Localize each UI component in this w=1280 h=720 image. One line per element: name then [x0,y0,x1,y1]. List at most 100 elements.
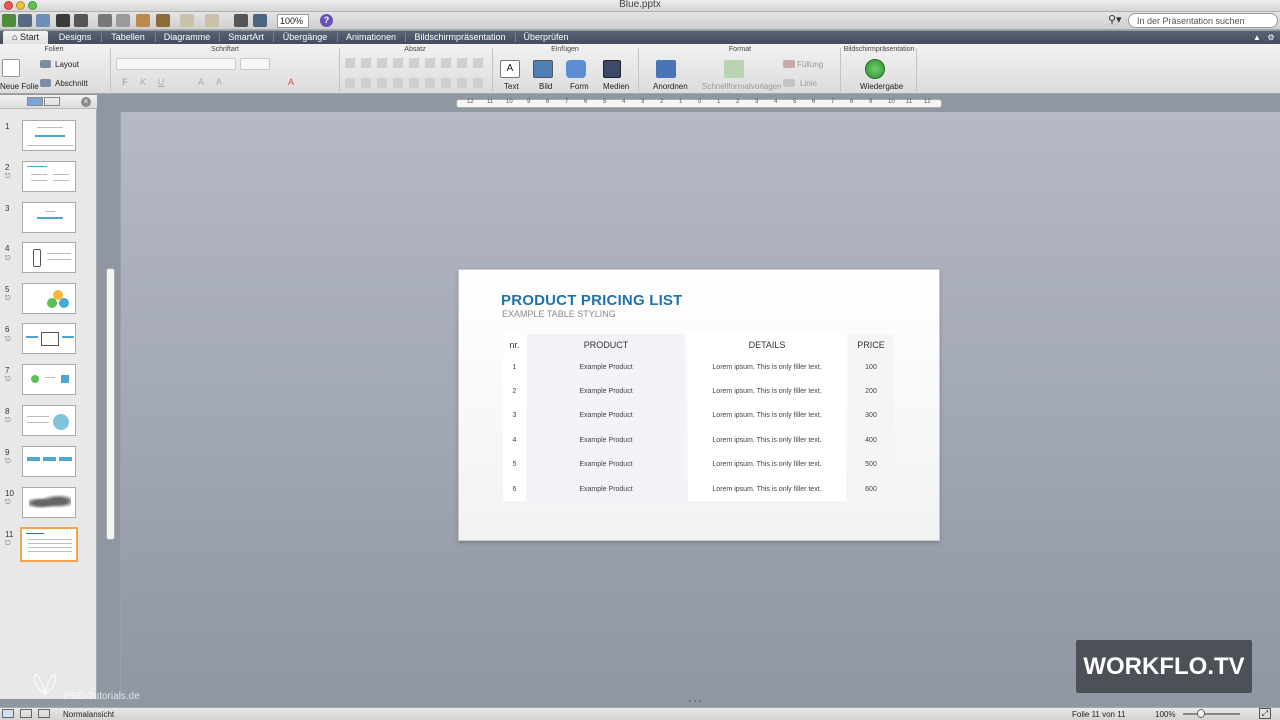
search-input[interactable] [1128,13,1278,28]
play-slideshow-button[interactable]: Wiedergabe [860,82,903,91]
table-cell[interactable]: Lorem ipsum. This is only filler text. [688,388,846,395]
tab-start[interactable]: ⌂ Start [3,31,48,44]
alignment-buttons[interactable] [345,78,485,88]
table-cell[interactable]: Example Product [527,412,685,419]
slide-sorter-icon[interactable] [20,709,32,718]
new-slide-button[interactable]: Neue Folie [0,82,39,91]
underline-button[interactable]: U [156,77,166,87]
section-button[interactable]: Abschnitt [55,79,88,88]
layout-button[interactable]: Layout [55,60,79,69]
table-cell[interactable]: 400 [848,437,894,444]
table-cell[interactable]: 1 [503,364,526,371]
table-cell[interactable]: Example Product [527,388,685,395]
slide-thumbnail-5[interactable] [22,283,76,314]
table-cell[interactable]: 100 [848,364,894,371]
ribbon-collapse-icon[interactable]: ▲ [1252,31,1262,44]
paragraph-buttons[interactable] [345,58,485,68]
search-icon[interactable]: ⚲▾ [1108,13,1128,28]
insert-shape-button[interactable]: Form [570,82,589,91]
zoom-slider[interactable] [1183,713,1240,715]
slide-thumbnail-6[interactable] [22,323,76,354]
tab-tabellen[interactable]: Tabellen [104,31,152,44]
save-icon[interactable] [56,14,70,27]
cut-icon[interactable] [98,14,112,27]
line-button[interactable]: Linie [800,79,817,88]
table-cell[interactable]: Lorem ipsum. This is only filler text. [688,364,846,371]
table-cell[interactable]: Lorem ipsum. This is only filler text. [688,461,846,468]
notes-view-icon[interactable] [38,709,50,718]
redo-icon[interactable] [205,14,219,27]
table-cell[interactable]: Example Product [527,437,685,444]
open-folder-icon[interactable] [36,14,50,27]
italic-button[interactable]: K [138,77,148,87]
table-cell[interactable]: 500 [848,461,894,468]
media-browser-icon[interactable] [253,14,267,27]
font-color-button[interactable]: A [286,77,296,87]
undo-icon[interactable] [180,14,194,27]
table-header[interactable]: DETAILS [688,340,846,350]
horizontal-ruler[interactable]: 12 11 10 9 8 7 6 5 4 3 2 1 0 1 2 3 4 5 6… [456,99,942,108]
table-cell[interactable]: Lorem ipsum. This is only filler text. [688,412,846,419]
new-document-icon[interactable] [2,14,16,27]
paste-icon[interactable] [136,14,150,27]
table-header[interactable]: PRICE [848,340,894,350]
fit-to-window-icon[interactable]: ⤢ [1259,708,1271,719]
tab-diagramme[interactable]: Diagramme [158,31,216,44]
slide-thumbnail-7[interactable] [22,364,76,395]
zoom-field[interactable]: 100% [277,14,309,28]
new-slide-icon[interactable] [2,59,20,77]
help-icon[interactable]: ? [320,14,333,27]
arrange-button[interactable]: Anordnen [653,82,688,91]
slide-thumbnail-3[interactable] [22,202,76,233]
ribbon-options-icon[interactable]: ⚙ [1266,31,1276,44]
outline-view-toggle[interactable] [44,97,60,106]
slide-layout-icon[interactable] [234,14,248,27]
slide-thumbnail-4[interactable] [22,242,76,273]
slide-thumbnail-2[interactable] [22,161,76,192]
subscript-button[interactable]: A [214,77,224,87]
format-painter-icon[interactable] [156,14,170,27]
table-cell[interactable]: 4 [503,437,526,444]
tab-designs[interactable]: Designs [52,31,98,44]
table-header[interactable]: PRODUCT [527,340,685,350]
table-cell[interactable]: 2 [503,388,526,395]
slide-thumbnail-1[interactable] [22,120,76,151]
print-icon[interactable] [74,14,88,27]
insert-picture-button[interactable]: Bild [539,82,552,91]
quick-styles-button[interactable]: Schnellformatvorlagen [702,82,782,91]
gallery-icon[interactable] [18,14,32,27]
slide-thumbnail-8[interactable] [22,405,76,436]
table-cell[interactable]: 300 [848,412,894,419]
split-handle-icon[interactable] [688,699,702,703]
table-cell[interactable]: Lorem ipsum. This is only filler text. [688,486,846,493]
table-cell[interactable]: Example Product [527,461,685,468]
table-cell[interactable]: 200 [848,388,894,395]
slide-thumbnail-9[interactable] [22,446,76,477]
table-cell[interactable]: Example Product [527,364,685,371]
tab-uebergaenge[interactable]: Übergänge [276,31,334,44]
copy-icon[interactable] [116,14,130,27]
tab-smartart[interactable]: SmartArt [222,31,270,44]
insert-text-button[interactable]: Text [504,82,519,91]
superscript-button[interactable]: A [196,77,206,87]
tab-bildschirmpraesentation[interactable]: Bildschirmpräsentation [408,31,512,44]
table-cell[interactable]: 5 [503,461,526,468]
tab-ueberpruefen[interactable]: Überprüfen [518,31,574,44]
vertical-ruler[interactable] [106,268,115,540]
close-panel-icon[interactable]: × [81,97,91,107]
table-cell[interactable]: 6 [503,486,526,493]
table-cell[interactable]: Lorem ipsum. This is only filler text. [688,437,846,444]
bold-button[interactable]: F [120,77,130,87]
normal-view-icon[interactable] [2,709,14,718]
table-header[interactable]: nr. [503,340,526,350]
table-cell[interactable]: 600 [848,486,894,493]
slide-thumbnail-11[interactable] [20,527,78,562]
font-size-select[interactable] [240,58,270,70]
slide-subtitle[interactable]: EXAMPLE TABLE STYLING [502,309,616,319]
tab-animationen[interactable]: Animationen [340,31,402,44]
slide-title[interactable]: PRODUCT PRICING LIST [501,292,683,309]
slides-view-toggle[interactable] [27,97,43,106]
slide-thumbnail-10[interactable] [22,487,76,518]
zoom-slider-thumb[interactable] [1197,709,1205,718]
insert-media-button[interactable]: Medien [603,82,629,91]
